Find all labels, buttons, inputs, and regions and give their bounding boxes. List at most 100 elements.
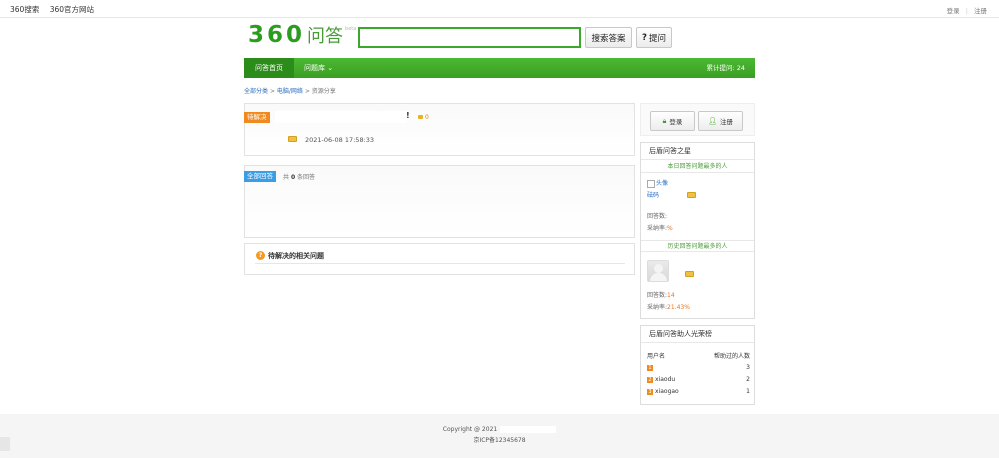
total-questions-stat: 累计提问: 24 [706,58,745,78]
tab-home[interactable]: 问答首页 [244,58,294,78]
user-name: xiaodu [655,376,676,383]
adopt-value: % [667,225,673,232]
top-login-link[interactable]: 登录 [947,7,960,15]
answer-count: 共 0 条回答 [283,172,315,181]
divider: | [965,7,968,15]
logo-number: 360 [248,22,306,48]
panel-title: 后盾问答之星 [641,143,754,160]
search-answers-button[interactable]: 搜索答案 [585,27,632,48]
stat-label: 累计提问: [706,64,735,72]
avatar-alt-text: 头像 [656,180,669,187]
top-register-link[interactable]: 注册 [974,7,987,15]
user-name: xiaogao [655,388,679,395]
count-value: 0 [290,174,296,181]
adopt-label: 采纳率: [647,225,668,232]
main-nav: 问答首页 问题库 ⌄ 累计提问: 24 [244,58,755,78]
avatar[interactable] [647,260,669,282]
link-360-search[interactable]: 360搜索 [10,5,39,14]
top-bar: 360搜索 360官方网站 登录 | 注册 [0,0,999,18]
adopt-rate: 采纳率:% [647,223,673,232]
panel-title: 后盾问答助人光荣榜 [641,326,754,343]
ask-button-label: 提问 [648,33,666,44]
rank-badge: 3 [647,388,653,395]
coin-icon [687,192,696,198]
logo-text: 问答 [307,26,344,47]
question-exclaim: ! [406,111,410,120]
leaderboard-panel: 后盾问答助人光荣榜 用户名 帮助过的人数 1 3 2 xiaodu 2 3 xiao… [640,325,755,405]
avatar[interactable] [647,180,655,188]
login-label: 登录 [669,118,683,126]
related-questions-panel: ? 待解决的相关问题 [244,243,635,275]
top-links: 360搜索 360官方网站 [10,4,102,15]
answers-panel: 全部回答 共 0 条回答 [244,165,635,238]
today-top-subtitle: 本日回答问题最多的人 [641,161,754,173]
footer: Copyright @ 2021 京ICP备12345678 [0,414,999,458]
col-help: 帮助过的人数 [713,353,750,360]
link-360-official[interactable]: 360官方网站 [50,5,94,14]
copyright-text: Copyright @ 2021 [442,426,498,433]
register-label: 注册 [719,118,733,126]
hist-answers-value: 14 [667,292,675,299]
rank-badge: 2 [647,376,653,383]
divider [255,263,625,264]
help-count: 1 [746,388,750,395]
question-circle-icon: ? [256,251,265,260]
avatar-body [650,273,667,281]
breadcrumb-item[interactable]: 全部分类 [244,88,268,95]
breadcrumb-item[interactable]: 电脑/网络 [277,88,303,95]
question-time: 2021-06-08 17:58:33 [305,136,375,144]
answers-label: 回答数: [647,292,668,299]
chevron-down-icon: ⌄ [327,64,334,72]
icp-record[interactable]: 京ICP备12345678 [0,435,999,444]
table-header: 用户名 帮助过的人数 [647,351,750,360]
answer-stars-panel: 后盾问答之星 本日回答问题最多的人 头像 砝码 回答数: 采纳率:% 历史回答问… [640,142,755,319]
breadcrumb-current: 资源分享 [311,88,336,95]
hist-adopt-value: 21.43% [667,304,690,311]
copyright-owner [500,426,557,433]
auth-box: 🔒︎ 登录 👤︎ 注册 [640,103,755,136]
table-row[interactable]: 1 3 [647,364,750,373]
answers-label: 回答数: [647,213,668,220]
coin-icon [418,115,423,119]
all-answers-badge: 全部回答 [244,171,276,182]
hist-answers-count: 回答数:14 [647,290,675,299]
search-input[interactable] [358,27,581,48]
site-logo[interactable]: 360 问答 beta [248,22,356,52]
copyright: Copyright @ 2021 [0,426,999,433]
hist-adopt-rate: 采纳率:21.43% [647,302,690,311]
coin-icon [685,271,694,277]
top-auth: 登录 | 注册 [947,5,987,15]
login-button[interactable]: 🔒︎ 登录 [650,111,695,131]
status-badge: 待解决 [244,112,270,123]
help-count: 2 [746,376,750,383]
related-title: 待解决的相关问题 [268,252,324,260]
question-panel: 待解决 ! 0 2021-06-08 17:58:33 [244,103,635,156]
avatar-head [654,264,663,273]
breadcrumb-separator: > [304,88,310,95]
tab-question-library[interactable]: 问题库 ⌄ [296,58,341,78]
count-prefix: 共 [283,174,290,181]
back-to-top-handle[interactable] [0,437,10,451]
coin-icon [288,136,297,142]
col-user: 用户名 [647,353,666,360]
lock-icon: 🔒︎ [662,116,667,125]
stat-value: 24 [736,64,745,72]
question-mark-icon: ? [642,32,647,43]
reward-points: 0 [418,114,429,121]
rank-badge: 1 [647,364,653,371]
breadcrumb: 全部分类 > 电脑/网络 > 资源分享 [244,86,336,95]
tab-library-label: 问题库 [304,64,325,72]
ask-question-button[interactable]: ? 提问 [636,27,672,48]
user-add-icon: 👤︎ [708,117,717,125]
adopt-label: 采纳率: [647,304,668,311]
breadcrumb-separator: > [269,88,275,95]
table-row[interactable]: 3 xiaogao 1 [647,388,750,397]
history-top-subtitle: 历史回答问题最多的人 [641,240,754,252]
answers-count: 回答数: [647,211,667,220]
count-suffix: 条回答 [297,174,316,181]
table-row[interactable]: 2 xiaodu 2 [647,376,750,385]
logo-tag: beta [345,26,357,32]
star-user-link[interactable]: 砝码 [647,190,659,199]
question-title [275,111,407,123]
register-button[interactable]: 👤︎ 注册 [698,111,743,131]
